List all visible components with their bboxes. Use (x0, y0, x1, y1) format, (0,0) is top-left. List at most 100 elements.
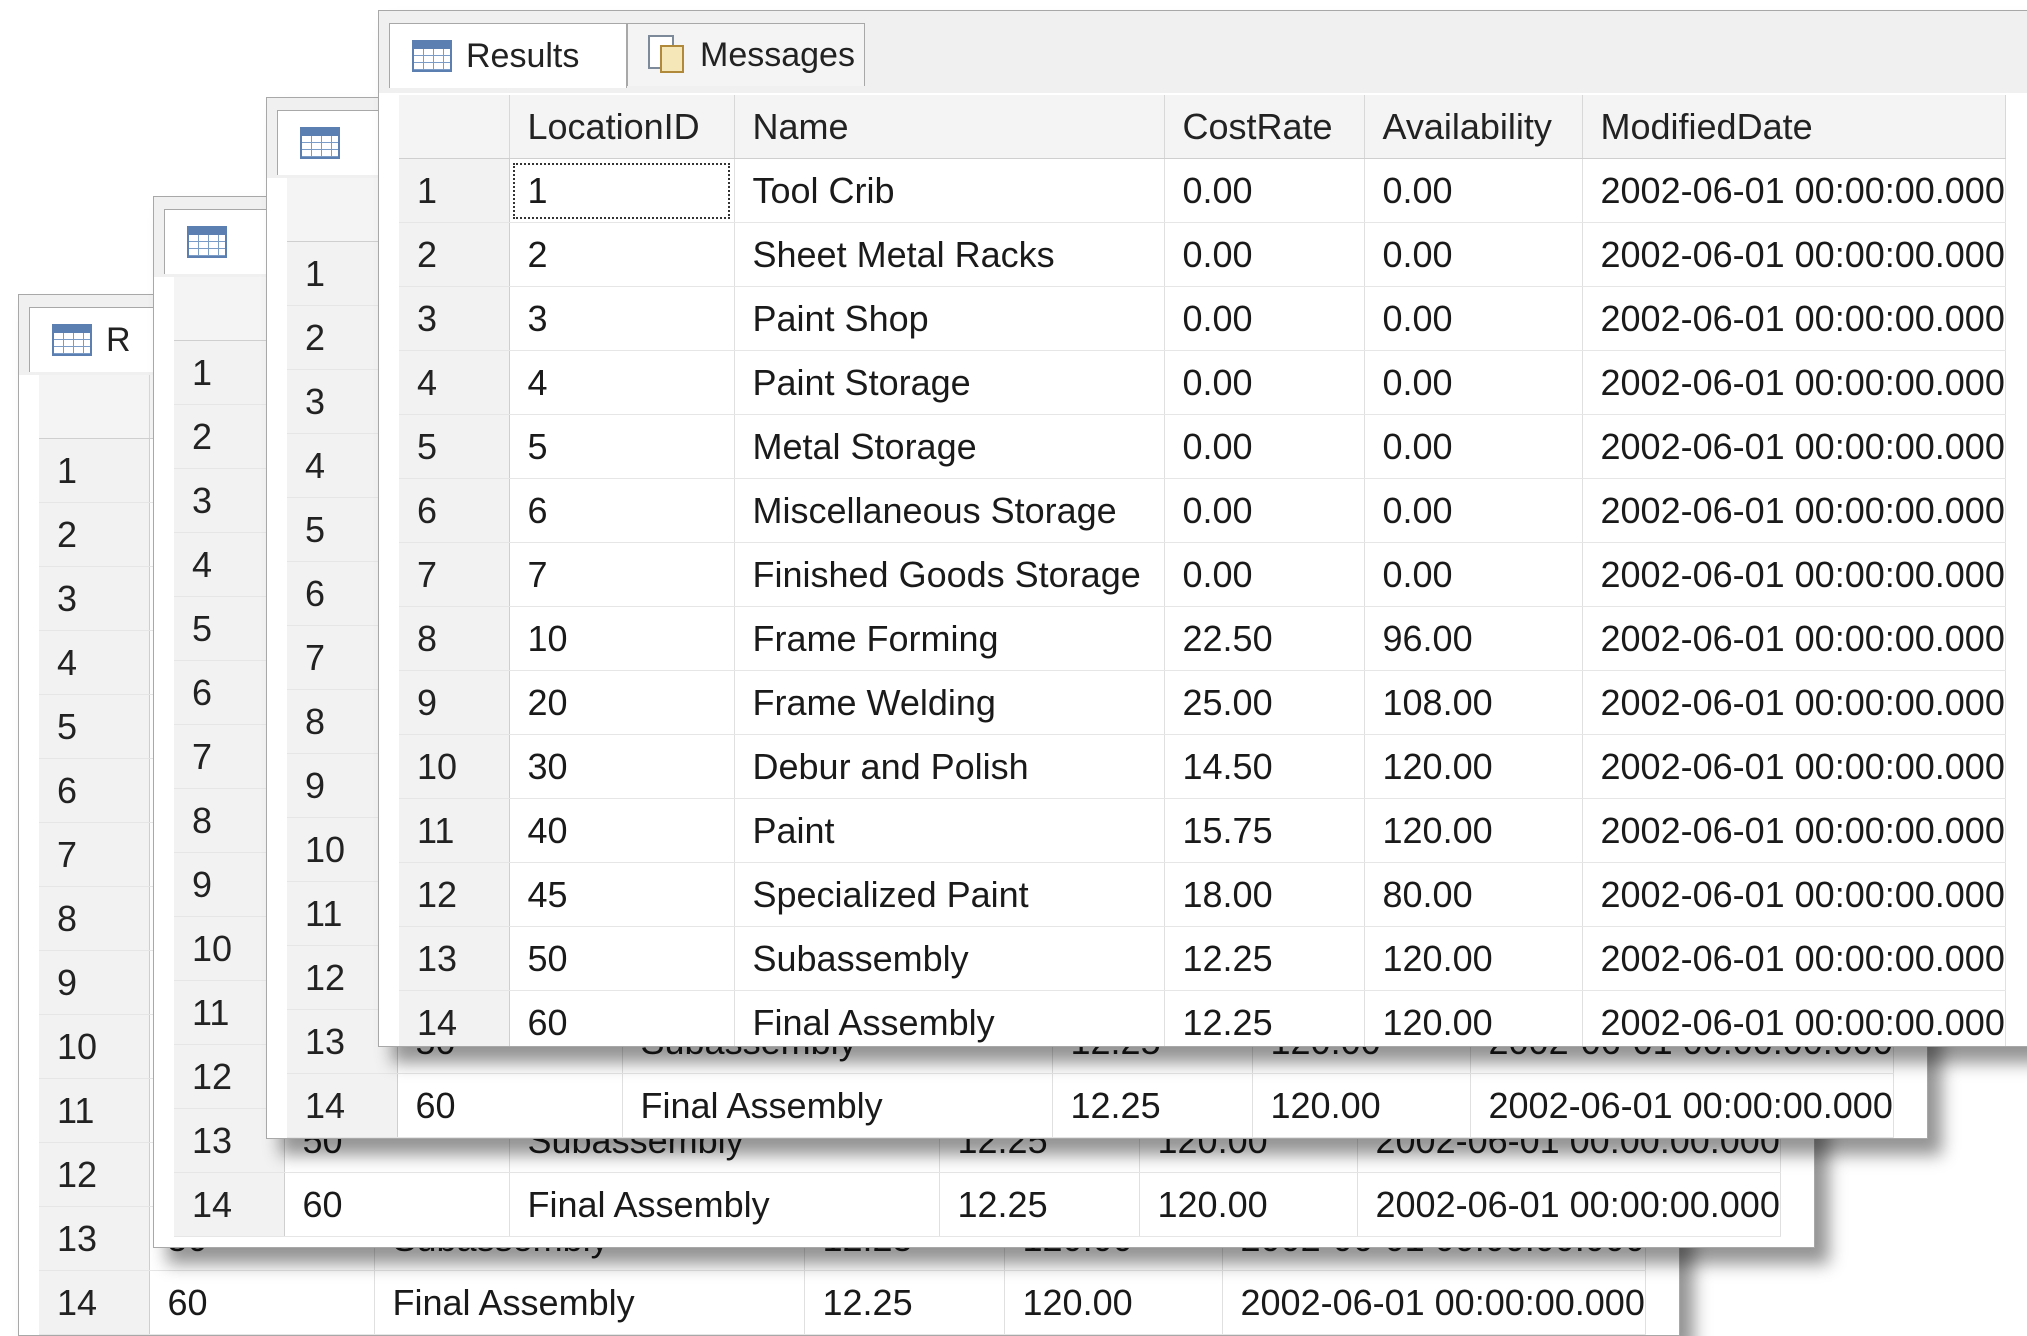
cell-availability[interactable]: 0.00 (1364, 542, 1583, 607)
row-number[interactable]: 5 (39, 694, 150, 759)
row-number[interactable]: 14 (399, 990, 510, 1046)
cell-name[interactable]: Miscellaneous Storage (734, 478, 1165, 543)
cell-location-id[interactable]: 1 (509, 158, 735, 223)
cell-availability[interactable]: 0.00 (1364, 222, 1583, 287)
cell-availability[interactable]: 120.00 (1364, 990, 1583, 1046)
cell-location-id[interactable]: 4 (509, 350, 735, 415)
cell-cost-rate[interactable]: 25.00 (1164, 670, 1365, 735)
cell-name[interactable]: Debur and Polish (734, 734, 1165, 799)
row-number[interactable]: 10 (39, 1014, 150, 1079)
row-number[interactable]: 1 (399, 158, 510, 223)
row-number[interactable]: 13 (399, 926, 510, 991)
cell-location-id[interactable]: 45 (509, 862, 735, 927)
cell-cost-rate[interactable]: 12.25 (1164, 926, 1365, 991)
cell-location-id[interactable]: 60 (397, 1073, 623, 1138)
cell-modified-date[interactable]: 2002-06-01 00:00:00.000 (1582, 542, 2006, 607)
cell-location-id[interactable]: 5 (509, 414, 735, 479)
column-header-row-number[interactable] (399, 95, 510, 159)
results-grid[interactable]: LocationIDNameCostRateAvailabilityModifi… (399, 95, 2006, 1046)
cell-location-id[interactable]: 20 (509, 670, 735, 735)
row-number[interactable]: 4 (39, 630, 150, 695)
row-number[interactable]: 6 (399, 478, 510, 543)
column-header-availability[interactable]: Availability (1364, 95, 1583, 159)
row-number[interactable]: 2 (399, 222, 510, 287)
column-header-row-number[interactable] (39, 375, 150, 439)
cell-modified-date[interactable]: 2002-06-01 00:00:00.000 (1582, 158, 2006, 223)
column-header-modified-date[interactable]: ModifiedDate (1582, 95, 2006, 159)
cell-cost-rate[interactable]: 18.00 (1164, 862, 1365, 927)
cell-name[interactable]: Paint (734, 798, 1165, 863)
table-row[interactable]: 22Sheet Metal Racks0.000.002002-06-01 00… (399, 222, 2006, 287)
cell-modified-date[interactable]: 2002-06-01 00:00:00.000 (1582, 990, 2006, 1046)
cell-name[interactable]: Sheet Metal Racks (734, 222, 1165, 287)
cell-cost-rate[interactable]: 12.25 (1164, 990, 1365, 1046)
row-number[interactable]: 2 (39, 502, 150, 567)
table-row[interactable]: 810Frame Forming22.5096.002002-06-01 00:… (399, 606, 2006, 671)
cell-cost-rate[interactable]: 0.00 (1164, 478, 1365, 543)
cell-availability[interactable]: 120.00 (1364, 926, 1583, 991)
cell-availability[interactable]: 0.00 (1364, 350, 1583, 415)
cell-availability[interactable]: 0.00 (1364, 286, 1583, 351)
cell-modified-date[interactable]: 2002-06-01 00:00:00.000 (1582, 286, 2006, 351)
row-number[interactable]: 13 (39, 1206, 150, 1271)
table-row[interactable]: 44Paint Storage0.000.002002-06-01 00:00:… (399, 350, 2006, 415)
tab-messages[interactable]: Messages (627, 23, 865, 86)
cell-availability[interactable]: 120.00 (1252, 1073, 1471, 1138)
cell-modified-date[interactable]: 2002-06-01 00:00:00.000 (1582, 862, 2006, 927)
row-number[interactable]: 10 (399, 734, 510, 799)
column-header-location-id[interactable]: LocationID (509, 95, 735, 159)
cell-availability[interactable]: 108.00 (1364, 670, 1583, 735)
cell-name[interactable]: Specialized Paint (734, 862, 1165, 927)
cell-location-id[interactable]: 60 (284, 1172, 510, 1237)
row-number[interactable]: 3 (399, 286, 510, 351)
cell-name[interactable]: Tool Crib (734, 158, 1165, 223)
row-number[interactable]: 12 (399, 862, 510, 927)
cell-name[interactable]: Frame Welding (734, 670, 1165, 735)
cell-availability[interactable]: 96.00 (1364, 606, 1583, 671)
cell-location-id[interactable]: 6 (509, 478, 735, 543)
cell-cost-rate[interactable]: 0.00 (1164, 286, 1365, 351)
row-number[interactable]: 6 (39, 758, 150, 823)
cell-availability[interactable]: 120.00 (1364, 798, 1583, 863)
row-number[interactable]: 11 (399, 798, 510, 863)
row-number[interactable]: 9 (399, 670, 510, 735)
table-row[interactable]: 33Paint Shop0.000.002002-06-01 00:00:00.… (399, 286, 2006, 351)
row-number[interactable]: 3 (39, 566, 150, 631)
cell-location-id[interactable]: 7 (509, 542, 735, 607)
cell-modified-date[interactable]: 2002-06-01 00:00:00.000 (1582, 606, 2006, 671)
cell-name[interactable]: Final Assembly (734, 990, 1165, 1046)
table-row[interactable]: 1140Paint15.75120.002002-06-01 00:00:00.… (399, 798, 2006, 863)
cell-cost-rate[interactable]: 0.00 (1164, 542, 1365, 607)
cell-modified-date[interactable]: 2002-06-01 00:00:00.000 (1582, 670, 2006, 735)
cell-cost-rate[interactable]: 0.00 (1164, 222, 1365, 287)
cell-name[interactable]: Final Assembly (622, 1073, 1053, 1138)
cell-name[interactable]: Metal Storage (734, 414, 1165, 479)
row-number[interactable]: 7 (399, 542, 510, 607)
cell-modified-date[interactable]: 2002-06-01 00:00:00.000 (1357, 1172, 1781, 1237)
row-number[interactable]: 8 (399, 606, 510, 671)
row-number[interactable]: 7 (39, 822, 150, 887)
cell-name[interactable]: Final Assembly (509, 1172, 940, 1237)
cell-cost-rate[interactable]: 0.00 (1164, 414, 1365, 479)
cell-availability[interactable]: 120.00 (1139, 1172, 1358, 1237)
cell-availability[interactable]: 0.00 (1364, 158, 1583, 223)
table-row[interactable]: 1350Subassembly12.25120.002002-06-01 00:… (399, 926, 2006, 991)
row-number[interactable]: 9 (39, 950, 150, 1015)
cell-location-id[interactable]: 3 (509, 286, 735, 351)
cell-cost-rate[interactable]: 12.25 (939, 1172, 1140, 1237)
cell-cost-rate[interactable]: 0.00 (1164, 350, 1365, 415)
cell-location-id[interactable]: 30 (509, 734, 735, 799)
cell-modified-date[interactable]: 2002-06-01 00:00:00.000 (1582, 350, 2006, 415)
row-number[interactable]: 4 (399, 350, 510, 415)
row-number[interactable]: 5 (399, 414, 510, 479)
cell-modified-date[interactable]: 2002-06-01 00:00:00.000 (1582, 222, 2006, 287)
cell-cost-rate[interactable]: 14.50 (1164, 734, 1365, 799)
table-row[interactable]: 55Metal Storage0.000.002002-06-01 00:00:… (399, 414, 2006, 479)
column-header-cost-rate[interactable]: CostRate (1164, 95, 1365, 159)
cell-location-id[interactable]: 10 (509, 606, 735, 671)
cell-modified-date[interactable]: 2002-06-01 00:00:00.000 (1582, 478, 2006, 543)
cell-availability[interactable]: 80.00 (1364, 862, 1583, 927)
row-number[interactable]: 12 (39, 1142, 150, 1207)
cell-location-id[interactable]: 40 (509, 798, 735, 863)
cell-name[interactable]: Paint Shop (734, 286, 1165, 351)
